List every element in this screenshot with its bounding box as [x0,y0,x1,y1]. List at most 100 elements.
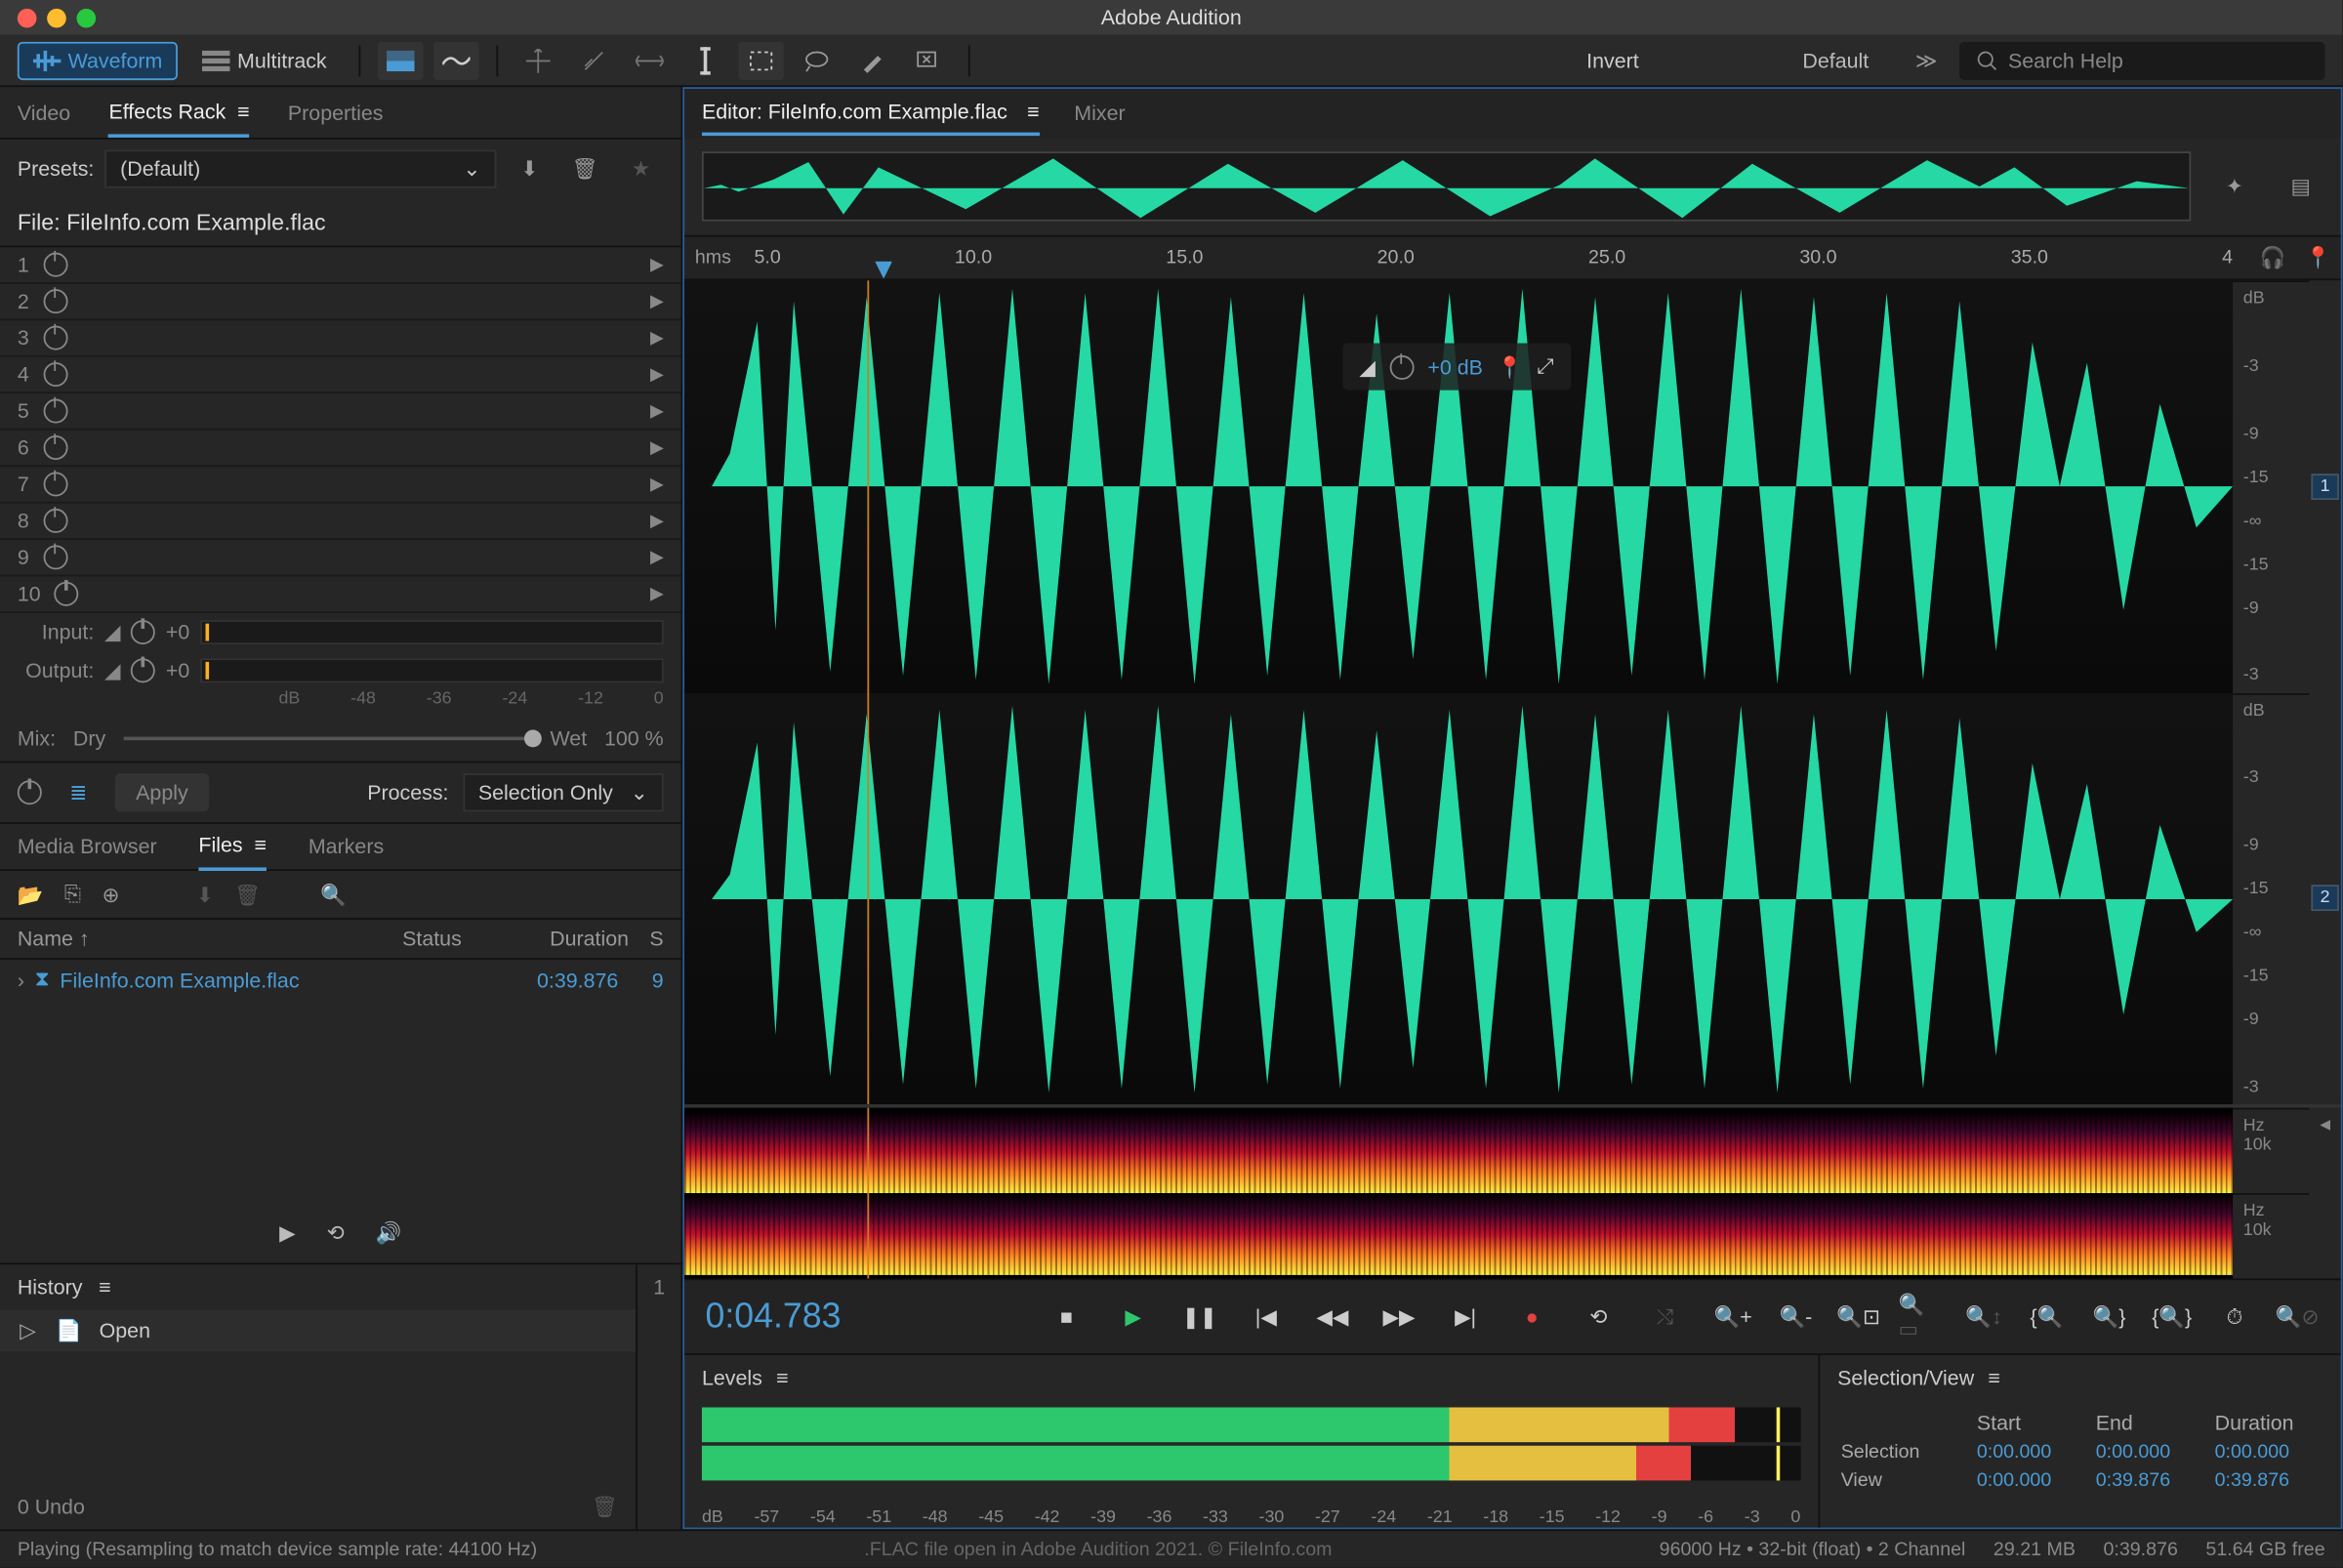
marquee-tool-icon[interactable] [738,41,783,79]
loop-button[interactable]: ⟲ [1578,1295,1620,1340]
timeline-ruler[interactable]: hms 5.010.015.020.025.030.035.04 🎧 📍 [684,235,2341,280]
favorite-icon[interactable]: ★ [618,149,663,187]
effect-slot[interactable]: 5▶ [0,393,681,430]
power-icon[interactable] [43,435,67,460]
tab-media-browser[interactable]: Media Browser [18,824,157,869]
power-icon[interactable] [43,472,67,496]
channel-2-badge[interactable]: 2 [2312,886,2339,912]
delete-preset-icon[interactable]: 🗑 [562,149,607,187]
effect-slot[interactable]: 8▶ [0,504,681,540]
help-search[interactable]: Search Help [1959,41,2325,79]
rack-power-icon[interactable] [18,780,42,805]
effect-slot[interactable]: 9▶ [0,540,681,576]
trash-icon[interactable]: 🗑 [234,883,261,907]
preview-autoplay-icon[interactable]: 🔊 [376,1221,402,1246]
zoom-sel-fit-icon[interactable]: {🔍} [2150,1295,2195,1340]
hud-expand-icon[interactable]: ⤢ [1537,353,1553,380]
rewind-button[interactable]: ◀◀ [1311,1295,1353,1340]
workspace-overflow-icon[interactable]: ≫ [1904,41,1949,79]
volume-hud[interactable]: ◢ +0 dB 📍 ⤢ [1342,343,1572,390]
pause-button[interactable]: ❚❚ [1178,1295,1220,1340]
pan-view-icon[interactable]: ✦ [2212,167,2257,205]
sel-end[interactable]: 0:00.000 [2096,1442,2201,1463]
search-files-icon[interactable]: 🔍 [320,883,347,907]
multitrack-mode-button[interactable]: Multitrack [188,43,341,78]
overview-navigator[interactable] [702,151,2191,221]
open-file-icon[interactable]: 📂 [18,883,44,907]
sel-dur[interactable]: 0:00.000 [2215,1442,2321,1463]
view-dur[interactable]: 0:39.876 [2215,1470,2321,1491]
move-tool-icon[interactable] [514,41,559,79]
hud-knob[interactable] [1389,354,1414,379]
slip-tool-icon[interactable] [626,41,671,79]
view-start[interactable]: 0:00.000 [1977,1470,2082,1491]
stop-button[interactable]: ■ [1046,1295,1088,1340]
play-button[interactable]: ▶ [1112,1295,1154,1340]
go-start-button[interactable]: |◀ [1245,1295,1287,1340]
heal-tool-icon[interactable] [905,41,950,79]
close-window-button[interactable] [18,8,37,27]
zoom-out-point-icon[interactable]: 🔍} [2086,1295,2131,1340]
pin-icon[interactable]: 📍 [2295,238,2340,276]
invert-button[interactable]: Invert [1573,43,1653,78]
playhead-marker[interactable] [875,262,892,279]
time-selection-tool-icon[interactable] [682,41,727,79]
maximize-window-button[interactable] [76,8,96,27]
tab-markers[interactable]: Markers [308,824,384,869]
sort-duration[interactable]: Duration [489,927,629,951]
zoom-sel-icon[interactable]: 🔍▭ [1899,1295,1944,1340]
razor-tool-icon[interactable] [570,41,615,79]
sort-status[interactable]: Status [402,927,489,951]
power-icon[interactable] [43,289,67,313]
forward-button[interactable]: ▶▶ [1377,1295,1419,1340]
waveform-mode-button[interactable]: Waveform [18,41,179,79]
zoom-in-icon[interactable]: 🔍+ [1710,1295,1755,1340]
sel-start[interactable]: 0:00.000 [1977,1442,2082,1463]
save-preset-icon[interactable]: ⬇ [507,149,552,187]
process-select[interactable]: Selection Only⌄ [463,773,664,811]
minimize-window-button[interactable] [47,8,66,27]
tab-video[interactable]: Video [18,90,70,135]
effect-slot[interactable]: 2▶ [0,284,681,320]
import-icon[interactable]: ⎘ [64,882,81,908]
history-trash-icon[interactable]: 🗑 [592,1495,618,1519]
power-icon[interactable] [43,326,67,351]
file-row[interactable]: › ⧗ FileInfo.com Example.flac 0:39.876 9 [0,960,681,1000]
sort-s[interactable]: S [629,927,664,951]
tab-editor[interactable]: Editor: FileInfo.com Example.flac ≡ [702,91,1040,136]
brush-tool-icon[interactable] [849,41,894,79]
record-button[interactable]: ● [1511,1295,1553,1340]
sort-name[interactable]: Name ↑ [18,927,402,951]
power-icon[interactable] [43,362,67,387]
output-knob[interactable] [131,658,155,682]
channel-1-badge[interactable]: 1 [2312,474,2339,500]
tab-effects-rack[interactable]: Effects Rack ≡ [108,88,249,137]
insert-icon[interactable]: ⬇ [196,883,214,907]
skip-button[interactable]: ⤭ [1644,1295,1686,1340]
zoom-full-icon[interactable]: 🔍⊡ [1835,1295,1880,1340]
zoom-vin-icon[interactable]: 🔍↕ [1961,1295,2006,1340]
spectrogram-display[interactable] [684,1108,2233,1279]
mix-slider[interactable] [123,737,533,741]
tab-files[interactable]: Files ≡ [198,822,267,871]
lasso-tool-icon[interactable] [794,41,839,79]
timecode-display[interactable]: 0:04.783 [706,1297,997,1337]
history-item[interactable]: ▷ 📄 Open [0,1310,636,1352]
layout-icon[interactable]: ▤ [2278,167,2322,205]
power-icon[interactable] [43,399,67,424]
effect-slot[interactable]: 3▶ [0,320,681,356]
presets-select[interactable]: (Default)⌄ [104,149,496,187]
zoom-in-point-icon[interactable]: {🔍 [2024,1295,2069,1340]
zoom-out-icon[interactable]: 🔍- [1773,1295,1818,1340]
zoom-reset-icon[interactable]: 🔍⊘ [2275,1295,2320,1340]
preview-loop-icon[interactable]: ⟲ [327,1221,345,1246]
power-icon[interactable] [55,582,79,606]
tab-properties[interactable]: Properties [288,90,384,135]
go-end-button[interactable]: ▶| [1445,1295,1487,1340]
effect-slot[interactable]: 10▶ [0,577,681,613]
input-knob[interactable] [131,620,155,644]
effect-slot[interactable]: 6▶ [0,431,681,467]
tab-mixer[interactable]: Mixer [1074,93,1125,135]
new-file-icon[interactable]: ⊕ [102,883,119,907]
zoom-time-icon[interactable]: ⏱ [2212,1295,2257,1340]
